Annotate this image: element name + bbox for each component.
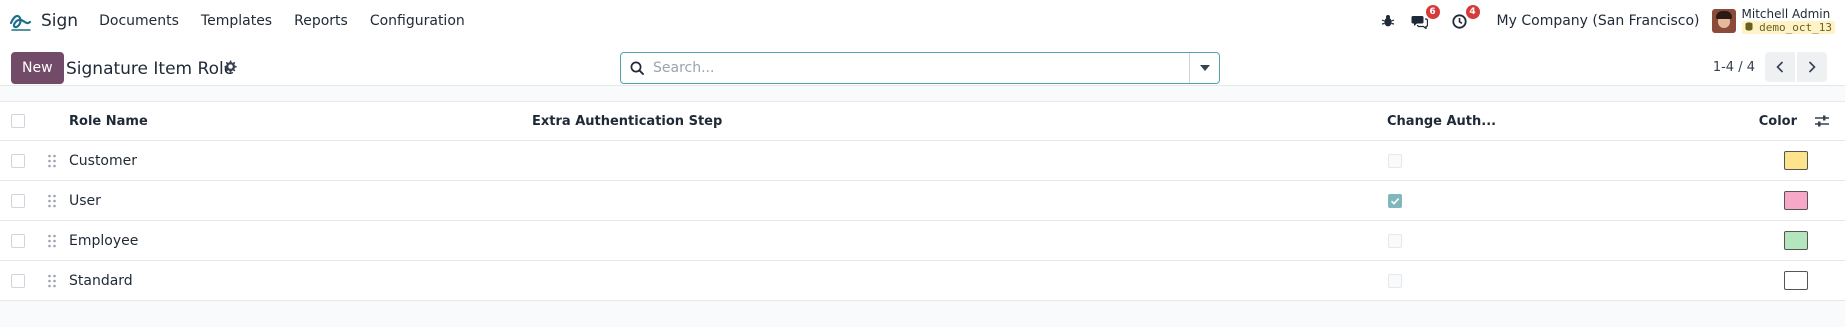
drag-handle-icon[interactable] [47, 194, 57, 208]
brand[interactable]: Sign [8, 8, 78, 34]
list-view: Role Name Extra Authentication Step Chan… [0, 101, 1845, 301]
main-menu: Documents Templates Reports Configuratio… [99, 13, 476, 29]
search-options-toggle[interactable] [1189, 53, 1219, 83]
table-row[interactable]: User [0, 181, 1845, 221]
change-auth-checkbox [1388, 193, 1402, 208]
color-swatch[interactable] [1784, 151, 1808, 170]
check-icon [1390, 197, 1400, 205]
menu-configuration[interactable]: Configuration [359, 13, 476, 29]
drag-handle-icon[interactable] [47, 234, 57, 248]
color-swatch[interactable] [1784, 191, 1808, 210]
search-bar [620, 52, 1220, 84]
messages-badge: 6 [1425, 5, 1440, 19]
row-checkbox[interactable] [11, 153, 25, 168]
select-all-checkbox[interactable] [11, 114, 25, 128]
debug-bug-icon[interactable] [1377, 10, 1399, 32]
pager-previous-button[interactable] [1765, 52, 1795, 82]
table-row[interactable]: Employee [0, 221, 1845, 261]
drag-handle-icon[interactable] [47, 154, 57, 168]
search-icon [621, 61, 653, 75]
row-checkbox[interactable] [11, 273, 25, 288]
table-header: Role Name Extra Authentication Step Chan… [0, 101, 1845, 141]
menu-templates[interactable]: Templates [190, 13, 283, 29]
page-title: Signature Item Role [66, 59, 235, 79]
company-switcher[interactable]: My Company (San Francisco) [1497, 13, 1700, 29]
change-auth-checkbox [1388, 273, 1402, 288]
database-icon [1745, 22, 1753, 31]
systray: 6 4 My Company (San Francisco) Mitchell … [1377, 5, 1835, 34]
pager-next-button[interactable] [1797, 52, 1827, 82]
database-label: demo_oct_13 [1759, 21, 1832, 34]
search-input[interactable] [653, 54, 1189, 82]
database-name: demo_oct_13 [1741, 21, 1835, 34]
pager: 1-4 / 4 [1713, 52, 1827, 82]
color-swatch[interactable] [1784, 231, 1808, 250]
pager-value[interactable]: 1-4 / 4 [1713, 60, 1755, 75]
optional-columns-icon[interactable] [1814, 114, 1830, 128]
header-role-name[interactable]: Role Name [69, 114, 148, 129]
user-name: Mitchell Admin [1741, 7, 1831, 21]
chevron-right-icon [1808, 61, 1816, 73]
new-button[interactable]: New [11, 52, 64, 84]
top-navbar: Sign Documents Templates Reports Configu… [0, 0, 1845, 42]
chevron-left-icon [1776, 61, 1784, 73]
caret-down-icon [1199, 65, 1210, 71]
menu-reports[interactable]: Reports [283, 13, 359, 29]
header-extra-auth[interactable]: Extra Authentication Step [532, 114, 722, 129]
color-swatch[interactable] [1784, 271, 1808, 290]
role-name: Employee [69, 232, 139, 249]
change-auth-checkbox [1388, 233, 1402, 248]
change-auth-checkbox [1388, 153, 1402, 168]
role-name: User [69, 192, 101, 209]
avatar [1711, 9, 1736, 33]
header-change-auth[interactable]: Change Auth... [1387, 114, 1496, 129]
gear-icon[interactable] [222, 59, 238, 75]
table-row[interactable]: Standard [0, 261, 1845, 301]
messages-icon[interactable]: 6 [1409, 5, 1440, 32]
user-menu[interactable]: Mitchell Admin demo_oct_13 [1711, 7, 1835, 34]
activities-badge: 4 [1465, 5, 1480, 19]
header-color[interactable]: Color [1759, 114, 1797, 129]
menu-documents[interactable]: Documents [99, 13, 190, 29]
table-row[interactable]: Customer [0, 141, 1845, 181]
sign-app-icon [9, 14, 32, 31]
app-name: Sign [41, 11, 79, 31]
control-panel: New Signature Item Role 1-4 / 4 [0, 42, 1845, 86]
role-name: Standard [69, 272, 133, 289]
activities-clock-icon[interactable]: 4 [1449, 5, 1480, 32]
drag-handle-icon[interactable] [47, 274, 57, 288]
row-checkbox[interactable] [11, 233, 25, 248]
role-name: Customer [69, 152, 138, 169]
row-checkbox[interactable] [11, 193, 25, 208]
